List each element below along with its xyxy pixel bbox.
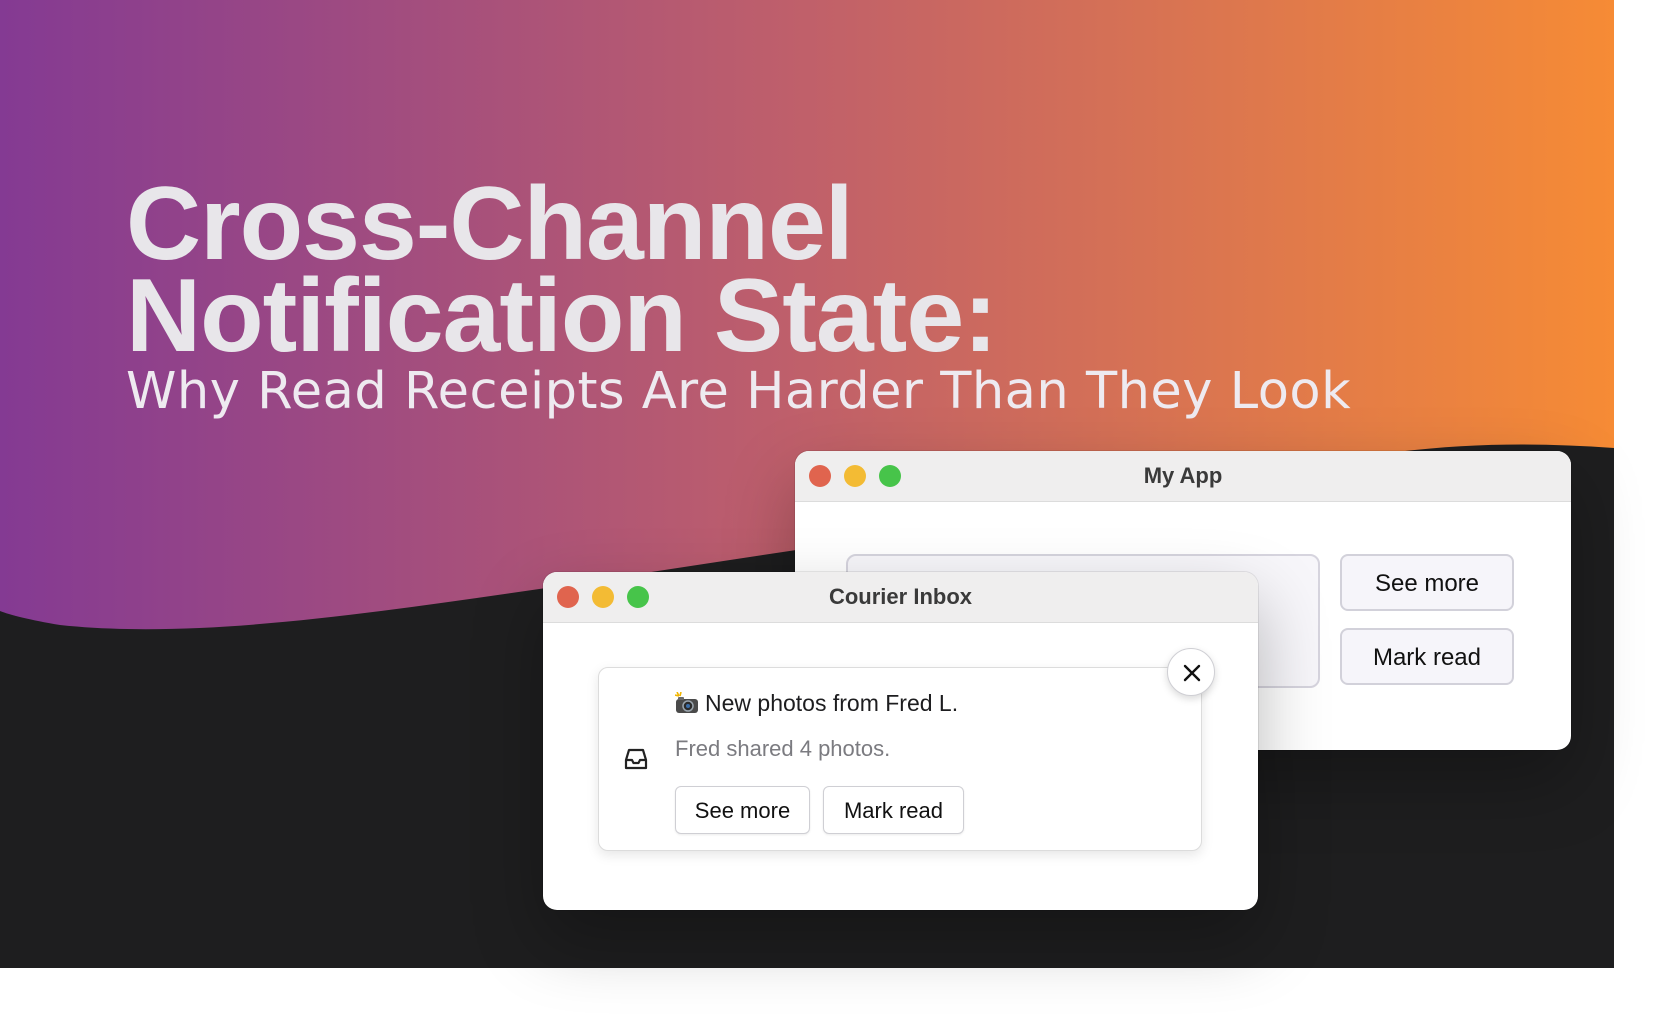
my-app-titlebar[interactable]: My App <box>795 451 1571 502</box>
camera-with-flash-icon <box>675 692 698 713</box>
window-title: Courier Inbox <box>828 584 972 609</box>
notification-card[interactable]: New photos from Fred L. Fred shared 4 ph… <box>598 667 1202 851</box>
courier-titlebar[interactable]: Courier Inbox <box>543 572 1258 623</box>
courier-inbox-window: Courier Inbox New photos from Fred L. Fr… <box>543 572 1258 910</box>
dismiss-notification-button[interactable] <box>1167 648 1215 696</box>
notification-title: New photos from Fred L. <box>705 690 959 716</box>
title-line-2: Notification State: <box>126 258 998 374</box>
mark-read-button[interactable]: Mark read <box>823 786 964 834</box>
close-icon <box>1183 664 1201 682</box>
see-more-button[interactable]: See more <box>675 786 810 834</box>
title-line-1: Cross-Channel <box>126 166 854 282</box>
mark-read-button[interactable]: Mark read <box>1340 628 1514 685</box>
inbox-icon <box>624 748 648 770</box>
notification-body: Fred shared 4 photos. <box>675 736 891 761</box>
page-title: Cross-Channel Notification State: <box>126 166 998 374</box>
page-subtitle: Why Read Receipts Are Harder Than They L… <box>126 362 1352 421</box>
window-title: My App <box>1143 463 1223 488</box>
notification-title-row: New photos from Fred L. <box>675 690 958 717</box>
see-more-button[interactable]: See more <box>1340 554 1514 611</box>
